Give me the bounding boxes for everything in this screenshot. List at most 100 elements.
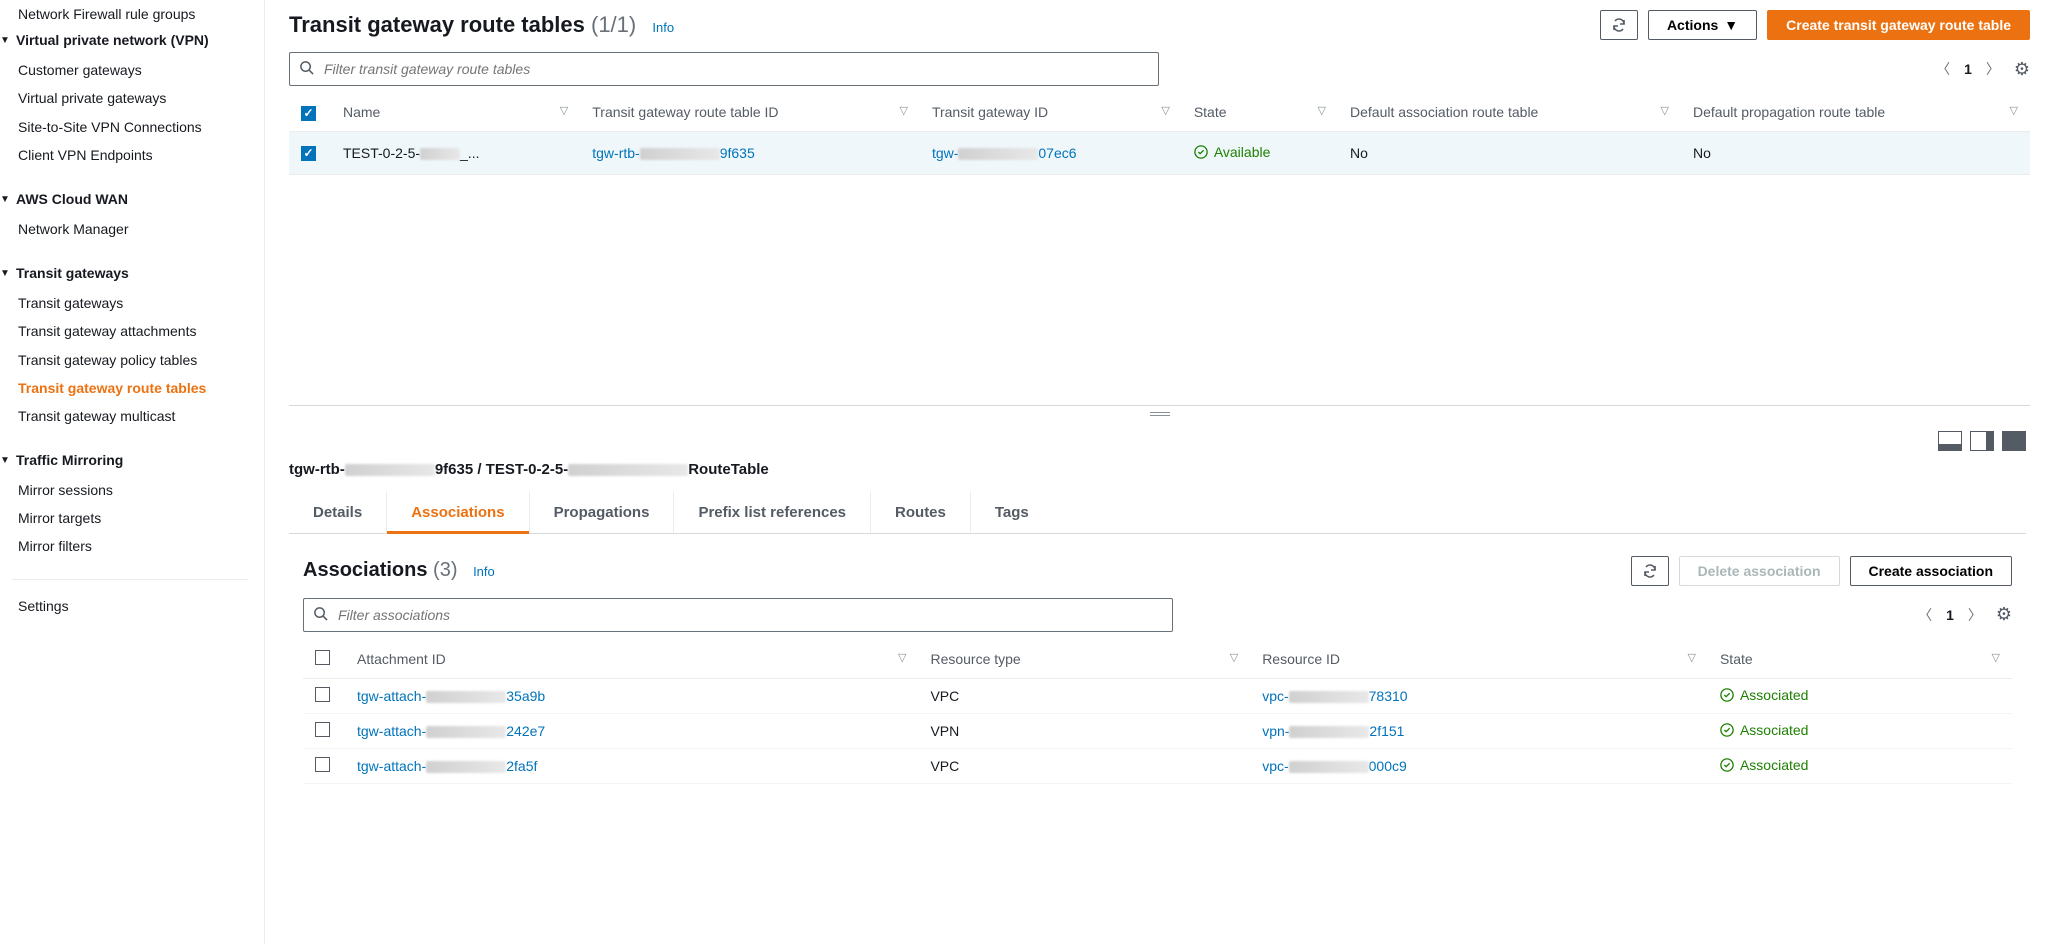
cell-resource-id[interactable]: vpc-78310 <box>1250 678 1708 713</box>
assoc-actions: Delete association Create association <box>1631 556 2012 586</box>
sidebar-item-network-manager[interactable]: Network Manager <box>0 215 248 243</box>
col-assoc-state[interactable]: State▽ <box>1708 640 2012 679</box>
settings-gear-icon[interactable]: ⚙ <box>1996 604 2012 625</box>
assoc-filter-row: 〈 1 〉 ⚙ <box>303 598 2012 632</box>
sidebar-item-tgw-policy-tables[interactable]: Transit gateway policy tables <box>0 346 248 374</box>
sidebar-item-mirror-filters[interactable]: Mirror filters <box>0 532 248 560</box>
table-row[interactable]: tgw-attach-2fa5fVPCvpc-000c9Associated <box>303 748 2012 783</box>
assoc-refresh-button[interactable] <box>1631 556 1669 586</box>
sidebar-item-tgw-multicast[interactable]: Transit gateway multicast <box>0 402 248 430</box>
prev-page-icon[interactable]: 〈 <box>1918 605 1932 625</box>
header-actions: Actions ▼ Create transit gateway route t… <box>1600 10 2030 40</box>
tab-details[interactable]: Details <box>289 492 386 533</box>
upper-pane: Transit gateway route tables (1/1) Info … <box>265 0 2046 423</box>
assoc-filter-input[interactable] <box>303 598 1173 632</box>
cell-attachment-id[interactable]: tgw-attach-2fa5f <box>345 748 918 783</box>
col-name[interactable]: Name▽ <box>331 94 580 131</box>
check-circle-icon <box>1194 145 1208 159</box>
info-link[interactable]: Info <box>652 20 674 35</box>
col-resource-type[interactable]: Resource type▽ <box>918 640 1250 679</box>
select-all-checkbox[interactable] <box>301 106 316 121</box>
sidebar-header-transit-gateways[interactable]: ▼Transit gateways <box>0 261 248 289</box>
table-row[interactable]: TEST-0-2-5-_... tgw-rtb-9f635 tgw-07ec6 … <box>289 131 2030 174</box>
tab-propagations[interactable]: Propagations <box>529 492 674 533</box>
row-checkbox[interactable] <box>315 722 330 737</box>
sidebar-item-tgw[interactable]: Transit gateways <box>0 289 248 317</box>
row-checkbox[interactable] <box>315 687 330 702</box>
col-default-assoc[interactable]: Default association route table▽ <box>1338 94 1681 131</box>
cell-rtb-id[interactable]: tgw-rtb-9f635 <box>580 131 920 174</box>
sidebar-item-virtual-private-gateways[interactable]: Virtual private gateways <box>0 84 248 112</box>
sort-icon: ▽ <box>1688 651 1696 664</box>
sidebar-item-site-to-site-vpn[interactable]: Site-to-Site VPN Connections <box>0 113 248 141</box>
route-tables-table: Name▽ Transit gateway route table ID▽ Tr… <box>289 94 2030 175</box>
tab-routes[interactable]: Routes <box>870 492 970 533</box>
filter-input[interactable] <box>289 52 1159 86</box>
cell-tgw-id[interactable]: tgw-07ec6 <box>920 131 1182 174</box>
col-state[interactable]: State▽ <box>1182 94 1338 131</box>
layout-icons <box>1938 431 2026 451</box>
col-attachment-id[interactable]: Attachment ID▽ <box>345 640 918 679</box>
drag-handle-icon <box>1150 412 1170 416</box>
cell-resource-type: VPC <box>918 748 1250 783</box>
tab-tags[interactable]: Tags <box>970 492 1053 533</box>
next-page-icon[interactable]: 〉 <box>1986 59 2000 79</box>
tab-associations[interactable]: Associations <box>386 492 528 533</box>
cell-name: TEST-0-2-5-_... <box>331 131 580 174</box>
create-route-table-button[interactable]: Create transit gateway route table <box>1767 10 2030 40</box>
assoc-info-link[interactable]: Info <box>473 564 495 579</box>
page-number: 1 <box>1964 61 1972 77</box>
create-association-button[interactable]: Create association <box>1850 556 2013 586</box>
sidebar-item-nfw-rule-groups[interactable]: Network Firewall rule groups <box>0 0 248 28</box>
cell-assoc: No <box>1338 131 1681 174</box>
search-box <box>289 52 1159 86</box>
associations-table: Attachment ID▽ Resource type▽ Resource I… <box>303 640 2012 784</box>
cell-assoc-state: Associated <box>1708 713 2012 748</box>
splitter[interactable] <box>289 405 2030 423</box>
sidebar-item-mirror-targets[interactable]: Mirror targets <box>0 504 248 532</box>
sidebar-item-tgw-attachments[interactable]: Transit gateway attachments <box>0 317 248 345</box>
sidebar-header-traffic-mirroring[interactable]: ▼Traffic Mirroring <box>0 448 248 476</box>
refresh-button[interactable] <box>1600 10 1638 40</box>
layout-side-icon[interactable] <box>1970 431 1994 451</box>
col-tgw-id[interactable]: Transit gateway ID▽ <box>920 94 1182 131</box>
sidebar-header-vpn[interactable]: ▼Virtual private network (VPN) <box>0 28 248 56</box>
sidebar-item-tgw-route-tables[interactable]: Transit gateway route tables <box>0 374 248 402</box>
cell-resource-type: VPN <box>918 713 1250 748</box>
col-rtb-id[interactable]: Transit gateway route table ID▽ <box>580 94 920 131</box>
prev-page-icon[interactable]: 〈 <box>1936 59 1950 79</box>
cell-attachment-id[interactable]: tgw-attach-35a9b <box>345 678 918 713</box>
cell-resource-id[interactable]: vpn-2f151 <box>1250 713 1708 748</box>
layout-bottom-icon[interactable] <box>1938 431 1962 451</box>
cell-resource-id[interactable]: vpc-000c9 <box>1250 748 1708 783</box>
next-page-icon[interactable]: 〉 <box>1968 605 1982 625</box>
assoc-select-all-checkbox[interactable] <box>315 650 330 665</box>
sidebar-item-settings[interactable]: Settings <box>0 592 248 620</box>
actions-button[interactable]: Actions ▼ <box>1648 10 1757 40</box>
cell-resource-type: VPC <box>918 678 1250 713</box>
cell-assoc-state: Associated <box>1708 748 2012 783</box>
sidebar-header-cloudwan[interactable]: ▼AWS Cloud WAN <box>0 187 248 215</box>
main: Transit gateway route tables (1/1) Info … <box>265 0 2046 944</box>
row-checkbox[interactable] <box>315 757 330 772</box>
sidebar-item-mirror-sessions[interactable]: Mirror sessions <box>0 476 248 504</box>
table-row[interactable]: tgw-attach-242e7VPNvpn-2f151Associated <box>303 713 2012 748</box>
page-header: Transit gateway route tables (1/1) Info … <box>289 10 2030 40</box>
sidebar-item-client-vpn-endpoints[interactable]: Client VPN Endpoints <box>0 141 248 169</box>
layout-full-icon[interactable] <box>2002 431 2026 451</box>
page-title: Transit gateway route tables (1/1) <box>289 12 642 37</box>
divider <box>12 579 248 580</box>
caret-down-icon: ▼ <box>0 194 10 205</box>
row-checkbox[interactable] <box>301 146 316 161</box>
assoc-header: Associations (3) Info Delete association… <box>303 556 2012 586</box>
caret-down-icon: ▼ <box>1724 17 1738 33</box>
settings-gear-icon[interactable]: ⚙ <box>2014 59 2030 80</box>
col-default-prop[interactable]: Default propagation route table▽ <box>1681 94 2030 131</box>
caret-down-icon: ▼ <box>0 455 10 466</box>
sort-icon: ▽ <box>898 651 906 664</box>
col-resource-id[interactable]: Resource ID▽ <box>1250 640 1708 679</box>
cell-attachment-id[interactable]: tgw-attach-242e7 <box>345 713 918 748</box>
sidebar-item-customer-gateways[interactable]: Customer gateways <box>0 56 248 84</box>
table-row[interactable]: tgw-attach-35a9bVPCvpc-78310Associated <box>303 678 2012 713</box>
tab-prefix-list[interactable]: Prefix list references <box>673 492 870 533</box>
